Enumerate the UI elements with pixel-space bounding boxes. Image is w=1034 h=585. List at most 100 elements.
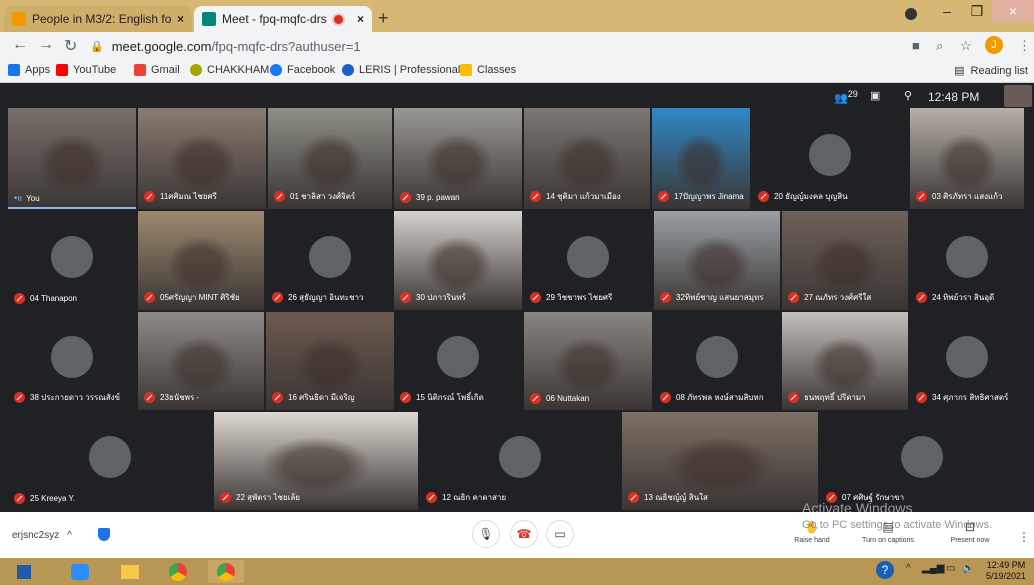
participant-tile[interactable]: 06 Nuttakan	[524, 312, 652, 410]
bookmark-leris[interactable]: LERIS | Professional...	[342, 64, 469, 76]
taskbar-chrome[interactable]	[160, 560, 196, 583]
chrome-icon	[169, 562, 187, 581]
participant-name: 12 ณธิก คาดาสาย	[426, 491, 506, 504]
help-icon[interactable]: ?	[876, 561, 894, 579]
meeting-code[interactable]: erjsnc2syz ^	[12, 530, 72, 541]
participant-name-label: 22 สุพัตรา ไชยเล้ย	[236, 493, 300, 502]
participant-tile[interactable]: 39 p. pawan	[394, 108, 522, 209]
participant-tile[interactable]: 32ทิพย์ชาญ แสนยาสมุทร	[654, 211, 780, 310]
activities-icon[interactable]: ⚲	[904, 89, 912, 102]
participant-tile[interactable]: 11ศศิมณ ไชยศรี	[138, 108, 266, 209]
participant-name: 01 ชาลิสา วงศ์จิตร์	[274, 190, 355, 203]
system-clock[interactable]: 12:49 PM 5/19/2021	[986, 560, 1026, 582]
participant-avatar	[567, 235, 609, 278]
more-options-icon[interactable]: ⋮	[1018, 530, 1030, 544]
tab-search-icon[interactable]	[905, 8, 917, 20]
participant-tile[interactable]: 12 ณธิก คาดาสาย	[420, 412, 620, 510]
network-icon[interactable]: ▂▄▆	[922, 563, 944, 574]
bookmark-classes[interactable]: Classes	[460, 64, 516, 76]
participant-tile[interactable]: 29 วิชชาพร ไชยศรี	[524, 211, 652, 310]
taskbar-chrome-active[interactable]	[208, 560, 244, 583]
bookmarks-bar: Apps YouTube Gmail CHAKKHAM Facebook LER…	[0, 60, 1034, 83]
taskbar-zoom[interactable]	[62, 560, 98, 583]
participant-tile[interactable]: ธนพฤทธิ์ ปรีดามา	[782, 312, 908, 410]
tab-people[interactable]: People in M3/2: English for Com ×	[4, 6, 192, 32]
participant-tile[interactable]: •ıı You	[8, 108, 136, 209]
folder-icon	[121, 564, 139, 579]
participant-tile[interactable]: 34 ศุภากร สิทธิศาสตร์	[910, 312, 1024, 410]
participant-tile[interactable]: 30 ปภาวรินทร์	[394, 211, 522, 310]
bookmark-star-icon[interactable]: ☆	[960, 38, 972, 54]
tab-close-icon[interactable]: ×	[357, 12, 364, 26]
participants-icon[interactable]: 👥29	[834, 89, 858, 105]
close-window-button[interactable]: ×	[992, 0, 1034, 22]
participant-tile[interactable]: 03 ศิรภัทรา แสงแก้ว	[910, 108, 1024, 209]
participant-name-label: 29 วิชชาพร ไชยศรี	[546, 293, 613, 302]
muted-mic-icon	[916, 292, 927, 303]
bookmark-chakkham[interactable]: CHAKKHAM	[190, 64, 269, 76]
bookmark-apps[interactable]: Apps	[8, 64, 50, 76]
participant-tile[interactable]: 05ศรัญญา MINT ศิริชัย	[138, 211, 264, 310]
chevron-up-icon: ^	[67, 530, 72, 541]
participant-tile[interactable]: 04 Thanapon	[8, 211, 136, 310]
participant-name-label: 25 Kreeya Y.	[30, 494, 76, 503]
participant-tile[interactable]: 22 สุพัตรา ไชยเล้ย	[214, 412, 418, 510]
zoom-icon[interactable]: ⌕	[936, 38, 943, 54]
restore-button[interactable]: ❐	[962, 0, 992, 22]
participant-tile[interactable]: 27 ณภัทร วงศ์ศรีใส	[782, 211, 908, 310]
tray-overflow-icon[interactable]: ^	[906, 563, 911, 574]
youtube-icon	[56, 64, 68, 76]
participant-tile[interactable]: 17ปัญญาพร Jinama	[652, 108, 750, 209]
microphone-icon: 🎙	[478, 527, 494, 541]
chat-icon[interactable]: ▣	[870, 89, 880, 102]
new-tab-button[interactable]: +	[378, 8, 389, 29]
participant-tile[interactable]: 20 ธัญญ์มงคล บุญสิน	[752, 108, 908, 209]
leave-call-button[interactable]: ☎	[510, 520, 538, 548]
participant-tile[interactable]: 38 ประกายดาว วรรณสังข์	[8, 312, 136, 410]
bookmark-facebook[interactable]: Facebook	[270, 64, 335, 76]
muted-mic-icon	[628, 492, 639, 503]
camera-in-use-icon[interactable]: ■	[912, 38, 920, 53]
participant-tile[interactable]: 26 สุธัญญา อินทะชาว	[266, 211, 394, 310]
self-view-thumbnail[interactable]	[1004, 85, 1032, 107]
participant-tile[interactable]: 01 ชาลิสา วงศ์จิตร์	[268, 108, 392, 209]
participant-tile[interactable]: 16 ศรินธิดา มีเจริญ	[266, 312, 394, 410]
participant-tile[interactable]: 13 ณธิชญ์ญ์ สินใส	[622, 412, 818, 510]
host-controls-shield-icon[interactable]	[98, 528, 110, 541]
participant-name-label: 12 ณธิก คาดาสาย	[442, 493, 507, 502]
taskbar-file-explorer[interactable]	[112, 560, 148, 583]
participant-name-label: 30 ปภาวรินทร์	[416, 293, 466, 302]
zoom-app-icon	[71, 563, 89, 580]
microphone-button[interactable]: 🎙	[472, 520, 500, 548]
participant-name-label: 34 ศุภากร สิทธิศาสตร์	[932, 393, 1009, 402]
leris-icon	[342, 64, 354, 76]
bookmark-youtube[interactable]: YouTube	[56, 64, 116, 76]
muted-mic-icon	[426, 492, 437, 503]
participant-tile[interactable]: 25 Kreeya Y.	[8, 412, 212, 510]
participant-tile[interactable]: 15 นิติกรณ์ โพธิ์เกิด	[394, 312, 522, 410]
tab-meet[interactable]: Meet - fpq-mqfc-drs ×	[194, 6, 372, 32]
battery-icon[interactable]: ▭	[946, 563, 955, 574]
chrome-menu-icon[interactable]: ⋮	[1018, 38, 1031, 54]
participant-name: 14 ชุติมา แก้วมาเมือง	[530, 190, 621, 203]
bookmark-label: CHAKKHAM	[207, 64, 270, 76]
reload-icon[interactable]: ↻	[64, 36, 77, 56]
start-button[interactable]	[6, 560, 42, 583]
muted-mic-icon	[660, 392, 671, 403]
bookmark-label: YouTube	[73, 64, 117, 76]
back-icon[interactable]: ←	[12, 36, 28, 54]
minimize-button[interactable]: –	[932, 0, 962, 22]
tab-close-icon[interactable]: ×	[177, 12, 184, 26]
participant-tile[interactable]: 24 ทิพย์วรา สินอุดี	[910, 211, 1024, 310]
reading-list-button[interactable]: ▤ Reading list	[954, 64, 1028, 78]
participant-tile[interactable]: 08 ภัทรพล หงษ์สามสิบหก	[654, 312, 780, 410]
forward-icon[interactable]: →	[38, 36, 54, 54]
participant-tile[interactable]: 14 ชุติมา แก้วมาเมือง	[524, 108, 650, 209]
profile-avatar[interactable]: J	[985, 36, 1003, 54]
participant-tile[interactable]: 07 ศศิษฐ์ รักษาขา	[820, 412, 1024, 510]
camera-button[interactable]: ▭	[546, 520, 574, 548]
participant-tile[interactable]: 23ธนัชพร -	[138, 312, 264, 410]
address-bar[interactable]: 🔒 meet.google.com/fpq-mqfc-drs?authuser=…	[90, 35, 890, 57]
bookmark-gmail[interactable]: Gmail	[134, 64, 180, 76]
volume-icon[interactable]: 🔈	[962, 563, 974, 574]
